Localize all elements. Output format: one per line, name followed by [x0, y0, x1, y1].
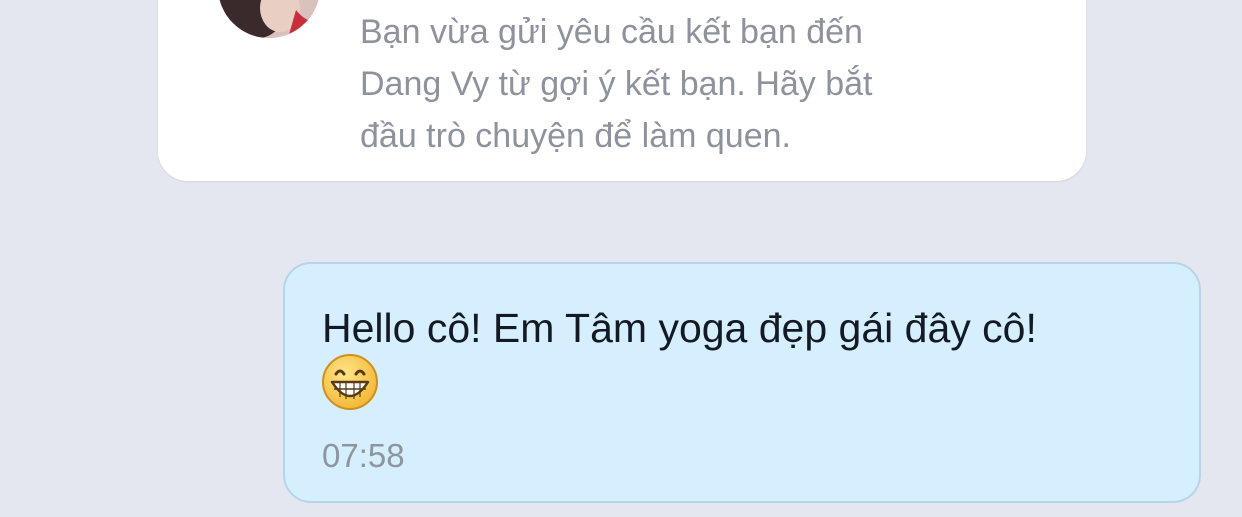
notice-line: Bạn vừa gửi yêu cầu kết bạn đến — [360, 13, 863, 51]
notice-line: đầu trò chuyện để làm quen. — [360, 117, 791, 155]
notice-line: Dang Vy từ gợi ý kết bạn. Hãy bắt — [360, 65, 873, 103]
friend-request-notice-text: Bạn vừa gửi yêu cầu kết bạn đến Dang Vy … — [360, 6, 1050, 162]
message-timestamp: 07:58 — [322, 437, 405, 474]
message-text: Hello cô! Em Tâm yoga đẹp gái đây cô! — [322, 305, 1037, 351]
chat-area: Bạn vừa gửi yêu cầu kết bạn đến Dang Vy … — [0, 0, 1242, 517]
grinning-face-emoji-icon — [320, 352, 380, 412]
sent-message-bubble[interactable] — [283, 262, 1201, 503]
